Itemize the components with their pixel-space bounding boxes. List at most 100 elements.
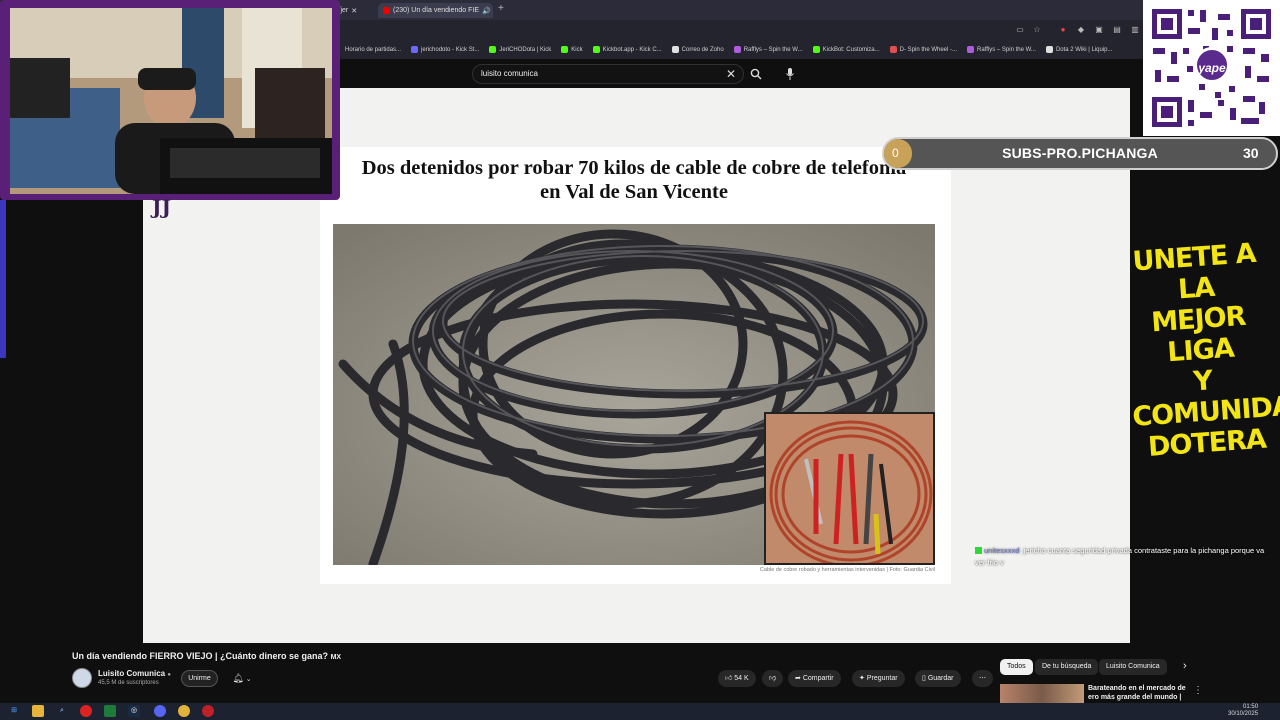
bookmark-label: jerichodoto - Kick St... xyxy=(421,46,480,53)
bookmark-icon: ▯ xyxy=(922,675,926,682)
bookmark-favicon-icon xyxy=(967,46,975,53)
taskbar xyxy=(0,703,1280,720)
bookmark-favicon-icon xyxy=(733,46,741,53)
ask-button[interactable]: ✦ Preguntar xyxy=(852,670,905,687)
video-title-flag: MX xyxy=(330,654,342,661)
bookmark-item[interactable]: JeriCHODota | Kick xyxy=(489,46,551,53)
like-count: 54 K xyxy=(734,675,749,682)
ask-label: Preguntar xyxy=(866,675,898,682)
channel-avatar[interactable] xyxy=(72,668,92,688)
recommended-title[interactable]: Barateando en el mercado de ero más gran… xyxy=(1088,684,1186,701)
bookmark-item[interactable]: Kickbot.app - Kick C... xyxy=(592,46,662,53)
extension-icon[interactable]: ▤ xyxy=(1112,25,1122,35)
chip-all[interactable]: Todos xyxy=(1000,659,1033,675)
chat-badge-icon xyxy=(975,547,982,554)
like-button[interactable]: 👍︎ 54 K xyxy=(718,670,756,687)
bookmark-item[interactable]: Dota 2 Wiki | Liquip... xyxy=(1045,46,1113,53)
subs-current-count: 0 xyxy=(892,146,899,160)
bookmark-label: Horario de partidas... xyxy=(345,46,402,53)
bookmark-label: JeriCHODota | Kick xyxy=(499,46,552,53)
youtube-favicon-icon xyxy=(383,7,390,14)
bookmark-label: Dota 2 Wiki | Liquip... xyxy=(1055,46,1113,53)
join-button[interactable]: Unirme xyxy=(181,670,218,687)
channel-logo-icon: JJ xyxy=(152,195,171,219)
tab-close-icon[interactable]: ✕ xyxy=(351,7,357,15)
bell-icon: 🔔︎ xyxy=(232,673,244,683)
channel-name[interactable]: Luisito Comunica ● xyxy=(98,669,171,678)
more-options-icon: ⋯ xyxy=(979,675,986,682)
extension-icon[interactable]: ▥ xyxy=(1130,25,1140,35)
thumbs-down-icon: 👎︎ xyxy=(769,675,777,682)
chat-message: unitesxxxd: jericho cuanta seguridad pri… xyxy=(975,545,1275,569)
bookmark-label: Rafflys – Spin the W... xyxy=(977,46,1036,53)
photo-caption: Cable de cobre robado y herramientas int… xyxy=(759,567,935,573)
yape-logo-icon: yape xyxy=(1194,47,1230,83)
extension-icon[interactable]: ● xyxy=(1058,25,1068,35)
save-label: Guardar xyxy=(927,675,954,682)
close-icon[interactable]: ✕ xyxy=(726,67,736,81)
cast-icon[interactable]: ▭ xyxy=(1015,25,1025,35)
file-explorer-icon[interactable] xyxy=(32,705,44,717)
subs-goal-label: SUBS-PRO.PICHANGA xyxy=(1002,145,1158,161)
new-tab-button[interactable]: + xyxy=(498,3,504,14)
save-button[interactable]: ▯ Guardar xyxy=(915,670,961,687)
search-input[interactable]: luisito comunica xyxy=(472,64,744,84)
mic-icon[interactable] xyxy=(782,64,798,84)
promo-line: UNETE A LA xyxy=(1131,237,1257,306)
promo-line: MEJOR LIGA xyxy=(1150,300,1247,369)
tools-inset-photo xyxy=(764,412,935,565)
extension-icon[interactable]: ▣ xyxy=(1094,25,1104,35)
tab-audio-icon[interactable]: 🔊 xyxy=(482,7,491,15)
more-actions-button[interactable]: ⋯ xyxy=(972,670,993,687)
clock-date: 30/10/2025 xyxy=(1228,711,1259,717)
bookmark-item[interactable]: Correo de Zoho xyxy=(671,46,724,53)
bookmark-item[interactable]: Rafflys – Spin the W... xyxy=(967,46,1036,53)
steam-icon[interactable]: ◎ xyxy=(128,705,140,717)
chip-from-search[interactable]: De tu búsqueda xyxy=(1035,659,1099,675)
headline-line: en Val de San Vicente xyxy=(540,181,728,203)
browser-tab-active[interactable]: (230) Un día vendiendo FIE 🔊 ✕ xyxy=(378,3,493,18)
bookmark-favicon-icon xyxy=(1045,46,1053,53)
obs-icon[interactable] xyxy=(202,705,214,717)
more-options-icon[interactable]: ⋮ xyxy=(1193,685,1203,696)
bookmark-item[interactable]: D- Spin the Wheel -... xyxy=(889,46,957,53)
notification-bell-button[interactable]: 🔔︎ ⌄ xyxy=(226,670,258,687)
video-title: Un día vendiendo FIERRO VIEJO | ¿Cuánto … xyxy=(72,651,341,661)
headline-line: Dos detenidos por robar 70 kilos de cabl… xyxy=(361,157,907,179)
bookmark-item[interactable]: Rafflys – Spin the W... xyxy=(733,46,803,53)
dislike-button[interactable]: 👎︎ xyxy=(762,670,784,687)
bookmark-item[interactable]: Horario de partidas... xyxy=(345,47,401,53)
recommended-thumbnail[interactable] xyxy=(1000,684,1084,704)
bookmark-label: KickBot: Customiza... xyxy=(822,46,880,53)
share-button[interactable]: ➦ Compartir xyxy=(788,670,841,687)
bookmark-star-icon[interactable]: ☆ xyxy=(1032,25,1042,35)
channel-name-text[interactable]: Luisito Comunica xyxy=(98,669,165,678)
chrome-icon[interactable] xyxy=(178,705,190,717)
bookmark-favicon-icon xyxy=(889,46,897,53)
share-label: Compartir xyxy=(802,675,834,682)
bookmark-favicon-icon xyxy=(489,46,497,53)
bookmark-item[interactable]: jerichodoto - Kick St... xyxy=(411,46,479,53)
opera-icon[interactable] xyxy=(80,705,92,717)
excel-icon[interactable] xyxy=(104,705,116,717)
subs-goal-target: 30 xyxy=(1243,145,1259,161)
bookmark-favicon-icon xyxy=(592,46,600,53)
bookmark-item[interactable]: Kick xyxy=(561,46,583,53)
extension-icon[interactable]: ◆ xyxy=(1076,25,1086,35)
chevron-right-icon[interactable]: › xyxy=(1183,660,1187,672)
chip-channel[interactable]: Luisito Comunica xyxy=(1099,659,1167,675)
search-icon[interactable]: ⌕ xyxy=(56,705,68,717)
thumbs-up-icon: 👍︎ xyxy=(725,675,733,682)
search-icon[interactable] xyxy=(744,64,768,84)
windows-start-icon[interactable]: ⊞ xyxy=(8,705,20,717)
clock-time: 01:50 xyxy=(1243,704,1259,710)
discord-icon[interactable] xyxy=(154,705,166,717)
bookmark-item[interactable]: KickBot: Customiza... xyxy=(812,46,880,53)
promo-text: UNETE A LA MEJOR LIGA Y COMUNIDAD DOTERA xyxy=(1121,237,1280,464)
accent-bar xyxy=(0,200,6,358)
bookmark-favicon-icon xyxy=(812,46,820,53)
webcam-feed xyxy=(10,8,332,194)
share-icon: ➦ xyxy=(795,675,801,682)
tab-label: (230) Un día vendiendo FIE xyxy=(393,7,479,14)
bookmark-label: Correo de Zoho xyxy=(681,46,724,53)
